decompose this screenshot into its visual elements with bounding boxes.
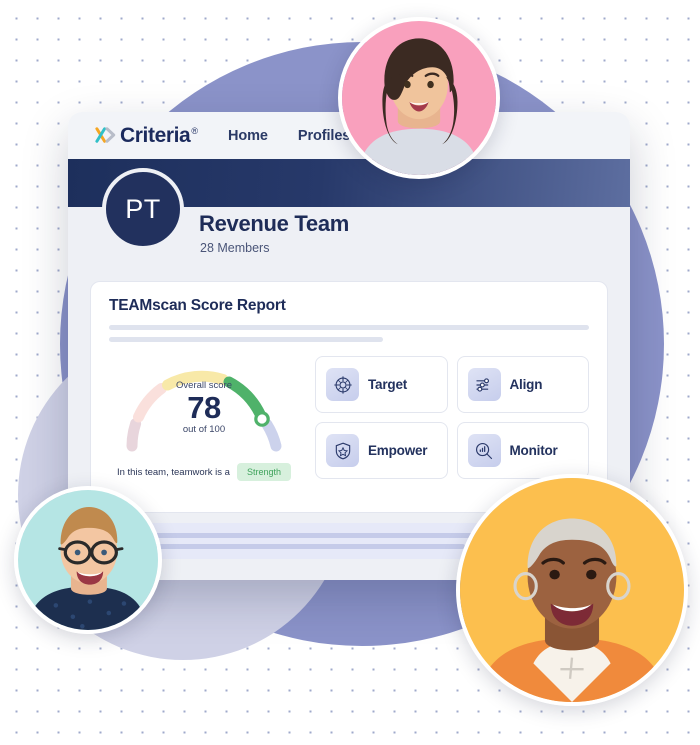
- tile-label: Empower: [368, 442, 428, 458]
- placeholder-line: [109, 337, 383, 342]
- tile-label: Monitor: [509, 442, 558, 458]
- placeholder-line: [129, 544, 466, 549]
- overall-score-gauge: Overall score 78 out of 100 In this team…: [109, 356, 299, 481]
- portrait-left: [14, 486, 162, 634]
- avatar-photo-woman-dark-hair: [342, 21, 496, 175]
- target-icon: [326, 368, 359, 401]
- teamwork-statement: In this team, teamwork is a: [116, 466, 230, 478]
- nav-link-home[interactable]: Home: [228, 128, 268, 144]
- tile-label: Target: [368, 376, 408, 392]
- portrait-top: [338, 17, 500, 179]
- tile-monitor[interactable]: Monitor: [456, 422, 589, 479]
- portrait-right: [456, 474, 688, 706]
- avatar: PT: [102, 168, 184, 250]
- page-title: Revenue Team: [199, 211, 350, 236]
- magnifier-chart-icon: [467, 434, 501, 467]
- status-badge: Strength: [236, 463, 291, 481]
- sliders-icon: [467, 368, 501, 401]
- promo-composition: Criteria ® Home Profiles PT Revenue Team…: [0, 0, 700, 745]
- gauge-scale-label: out of 100: [182, 424, 226, 436]
- dimension-tiles: Target Align Empower Monitor: [315, 356, 589, 481]
- nav-link-profiles[interactable]: Profiles: [298, 128, 350, 144]
- placeholder-line: [109, 325, 589, 330]
- tile-empower[interactable]: Empower: [315, 422, 448, 479]
- report-title: TEAMscan Score Report: [109, 297, 286, 314]
- score-report-card: TEAMscan Score Report Overall score 78 o…: [90, 281, 608, 513]
- team-profile-strip: PT Revenue Team 28 Members: [68, 168, 630, 271]
- team-member-count: 28 Members: [200, 241, 270, 255]
- avatar-photo-man-glasses: [18, 490, 158, 630]
- tile-label: Align: [509, 376, 543, 392]
- brand-name: Criteria: [120, 124, 191, 147]
- shield-star-icon: [326, 434, 359, 467]
- brand-trademark: ®: [191, 126, 198, 136]
- avatar-photo-woman-orange-shirt: [460, 478, 684, 702]
- brand[interactable]: Criteria ®: [94, 123, 198, 148]
- tile-align[interactable]: Align: [456, 356, 589, 413]
- criteria-x-logo-icon: [95, 127, 116, 143]
- tile-target[interactable]: Target: [315, 356, 448, 413]
- gauge-score-value: 78: [187, 390, 221, 425]
